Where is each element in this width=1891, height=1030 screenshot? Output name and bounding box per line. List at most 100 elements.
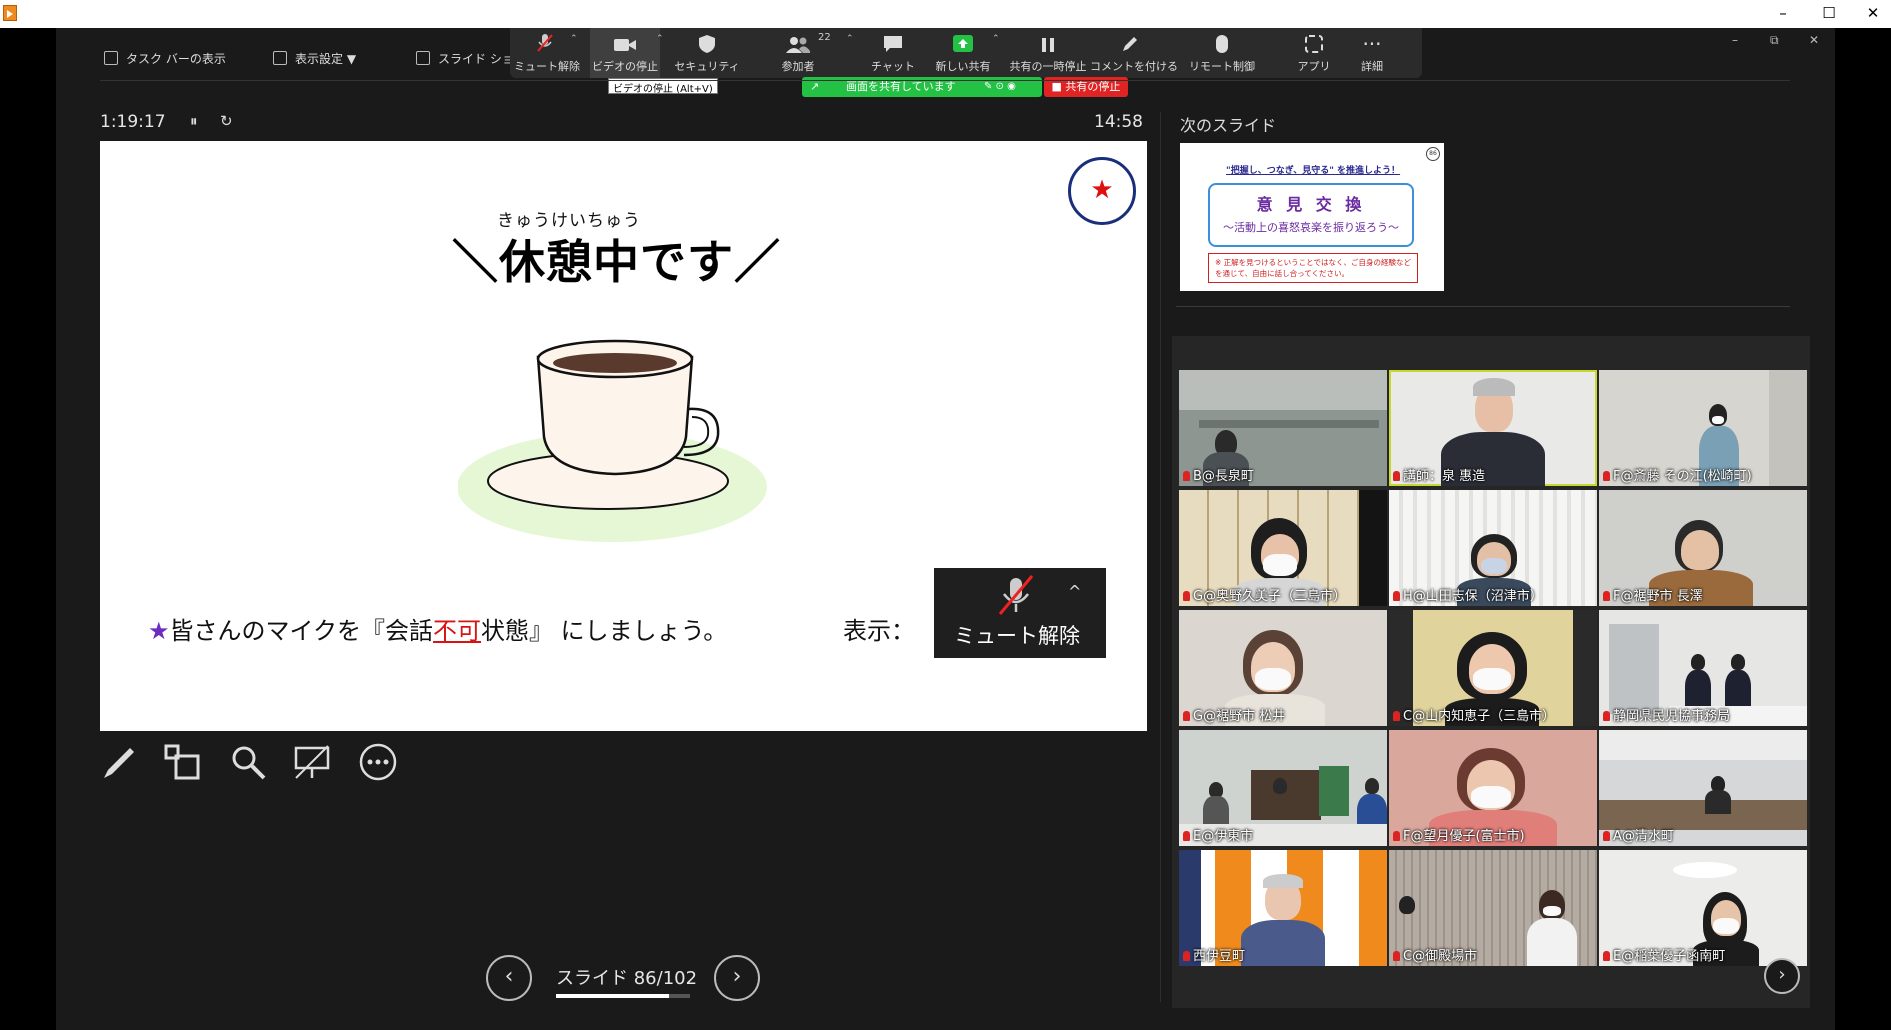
next-slide-button[interactable]: › [714, 955, 760, 1001]
video-tile[interactable]: B@長泉町 [1179, 370, 1387, 486]
video-tile[interactable]: H@山田志保（沼津市） [1389, 490, 1597, 606]
video-tile-active-speaker[interactable]: 講師：泉 惠造 [1389, 370, 1597, 486]
next-slide-badge: 86 [1426, 147, 1440, 161]
tile-name: G@裾野市 松井 [1183, 705, 1285, 724]
apps-button[interactable]: アプリ [1292, 28, 1336, 78]
mute-caret-icon[interactable]: ⌃ [570, 34, 578, 44]
slideshow-label: スライド ショ [438, 51, 514, 66]
mic-muted-icon [537, 34, 553, 52]
video-tile[interactable]: E@稲葉優子函南町 [1599, 850, 1807, 966]
more-button[interactable]: ··· 詳細 [1350, 28, 1394, 78]
mouse-icon [1216, 35, 1228, 53]
next-slide-thumbnail[interactable]: "把握し、つなぎ、見守る" を推進しよう！ 86 意 見 交 換 ～活動上の喜怒… [1180, 143, 1444, 291]
close-button[interactable]: ✕ [1850, 0, 1891, 28]
annotate-label: コメントを付ける [1090, 60, 1178, 73]
black-screen-icon[interactable] [292, 742, 332, 782]
note-post: 状態』 にしましょう。 [481, 617, 728, 645]
pen-tool-icon[interactable] [100, 742, 140, 782]
previous-slide-button[interactable]: ‹ [486, 955, 532, 1001]
video-tile[interactable]: G@裾野市 松井 [1179, 610, 1387, 726]
tile-name: F@望月優子(富士市) [1393, 825, 1525, 844]
annotate-button[interactable]: コメントを付ける [1090, 28, 1178, 78]
viewer-close-button[interactable]: ✕ [1809, 33, 1819, 47]
minimize-button[interactable]: – [1760, 0, 1806, 28]
tile-name: 静岡県民児協事務局 [1603, 705, 1730, 724]
tile-name: 講師：泉 惠造 [1393, 465, 1485, 484]
display-settings-label: 表示設定 ▼ [295, 51, 357, 66]
slide-title: ＼休憩中です／ [452, 235, 781, 289]
slide-counter[interactable]: スライド 86/102 [556, 964, 697, 990]
tile-name: F@斎藤 その江(松崎町) [1603, 465, 1752, 484]
window-titlebar: – ☐ ✕ [0, 0, 1891, 28]
new-share-button[interactable]: 新しい共有 [930, 28, 996, 78]
tile-name: E@伊東市 [1183, 825, 1253, 844]
video-tile[interactable]: E@伊東市 [1179, 730, 1387, 846]
next-slide-box: 意 見 交 換 ～活動上の喜怒哀楽を振り返ろう～ [1208, 183, 1414, 247]
video-tile[interactable]: A@清水町 [1599, 730, 1807, 846]
video-caret-icon[interactable]: ⌃ [656, 34, 664, 44]
app-icon [3, 5, 17, 21]
reset-timer-icon[interactable]: ↻ [220, 112, 233, 130]
share-caret-icon[interactable]: ⌃ [992, 34, 1000, 44]
participants-label: 参加者 [781, 60, 815, 73]
tile-name: F@裾野市 長澤 [1603, 585, 1703, 604]
pen-icon [1123, 37, 1137, 51]
chat-label: チャット [871, 60, 915, 73]
notes-divider [1176, 306, 1790, 307]
mute-image-caret: ^ [1068, 582, 1082, 601]
taskbar-label: タスク バーの表示 [126, 51, 226, 66]
chat-button[interactable]: チャット [860, 28, 926, 78]
video-tile[interactable]: F@望月優子(富士市) [1389, 730, 1597, 846]
tile-name: 西伊豆町 [1183, 945, 1245, 964]
tile-name: C@御殿場市 [1393, 945, 1477, 964]
video-tile[interactable]: C@御殿場市 [1389, 850, 1597, 966]
new-share-label: 新しい共有 [935, 60, 991, 73]
slideshow-icon [416, 51, 430, 65]
video-tile[interactable]: C@山内知恵子（三島市） [1389, 610, 1597, 726]
display-settings-menu[interactable]: 表示設定 ▼ [273, 48, 356, 68]
video-tile[interactable]: F@裾野市 長澤 [1599, 490, 1807, 606]
mute-label: ミュート解除 [514, 60, 580, 73]
viewer-restore-button[interactable]: ⧉ [1770, 33, 1779, 48]
pause-share-button[interactable]: 共有の一時停止 [1008, 28, 1088, 78]
zoom-share-toolbar: ミュート解除 ⌃ ビデオの停止 ⌃ セキュリティ 参加者 22 ⌃ チャット 新… [510, 28, 1422, 78]
toolbar-divider [100, 80, 1790, 81]
gallery-next-page-button[interactable]: › [1764, 958, 1800, 994]
display-label: 表示： [843, 617, 915, 645]
participants-caret-icon[interactable]: ⌃ [846, 34, 854, 44]
next-slide-label: 次のスライド [1180, 116, 1277, 135]
taskbar-icon [104, 51, 118, 65]
slideshow-menu[interactable]: スライド ショ [416, 48, 514, 68]
mute-image-label: ミュート解除 [954, 624, 1080, 648]
tile-name: H@山田志保（沼津市） [1393, 585, 1543, 604]
next-slide-box-title: 意 見 交 換 [1256, 195, 1366, 214]
next-slide-top-line: "把握し、つなぎ、見守る" を推進しよう！ [1226, 166, 1401, 176]
pause-timer-icon[interactable]: ⏸ [190, 112, 198, 130]
star-badge: ★ [1068, 157, 1136, 225]
zoom-icon[interactable] [228, 742, 268, 782]
mute-button[interactable]: ミュート解除 [514, 28, 580, 78]
tile-name: C@山内知恵子（三島市） [1393, 705, 1555, 724]
video-stop-button[interactable]: ビデオの停止 [590, 28, 660, 78]
next-slide-box-sub: ～活動上の喜怒哀楽を振り返ろう～ [1223, 221, 1399, 234]
maximize-button[interactable]: ☐ [1806, 0, 1852, 28]
more-options-icon[interactable] [358, 742, 398, 782]
video-tile[interactable]: G@奥野久美子（三島市） [1179, 490, 1387, 606]
slide-progress-fill [556, 994, 669, 998]
video-tile[interactable]: 西伊豆町 [1179, 850, 1387, 966]
chat-icon [884, 36, 902, 52]
more-label: 詳細 [1361, 60, 1383, 73]
panel-divider [1160, 112, 1161, 1002]
window-right-edge [1835, 28, 1891, 1030]
viewer-minimize-button[interactable]: – [1732, 33, 1738, 47]
taskbar-toggle[interactable]: タスク バーの表示 [104, 48, 226, 68]
participant-count: 22 [818, 32, 831, 43]
video-tile[interactable]: F@斎藤 その江(松崎町) [1599, 370, 1807, 486]
all-slides-icon[interactable] [162, 742, 202, 782]
security-button[interactable]: セキュリティ [674, 28, 740, 78]
remote-control-button[interactable]: リモート制御 [1182, 28, 1262, 78]
video-camera-icon [614, 39, 636, 51]
apps-label: アプリ [1297, 60, 1331, 73]
video-tile[interactable]: 静岡県民児協事務局 [1599, 610, 1807, 726]
coffee-cup-icon [458, 339, 767, 542]
